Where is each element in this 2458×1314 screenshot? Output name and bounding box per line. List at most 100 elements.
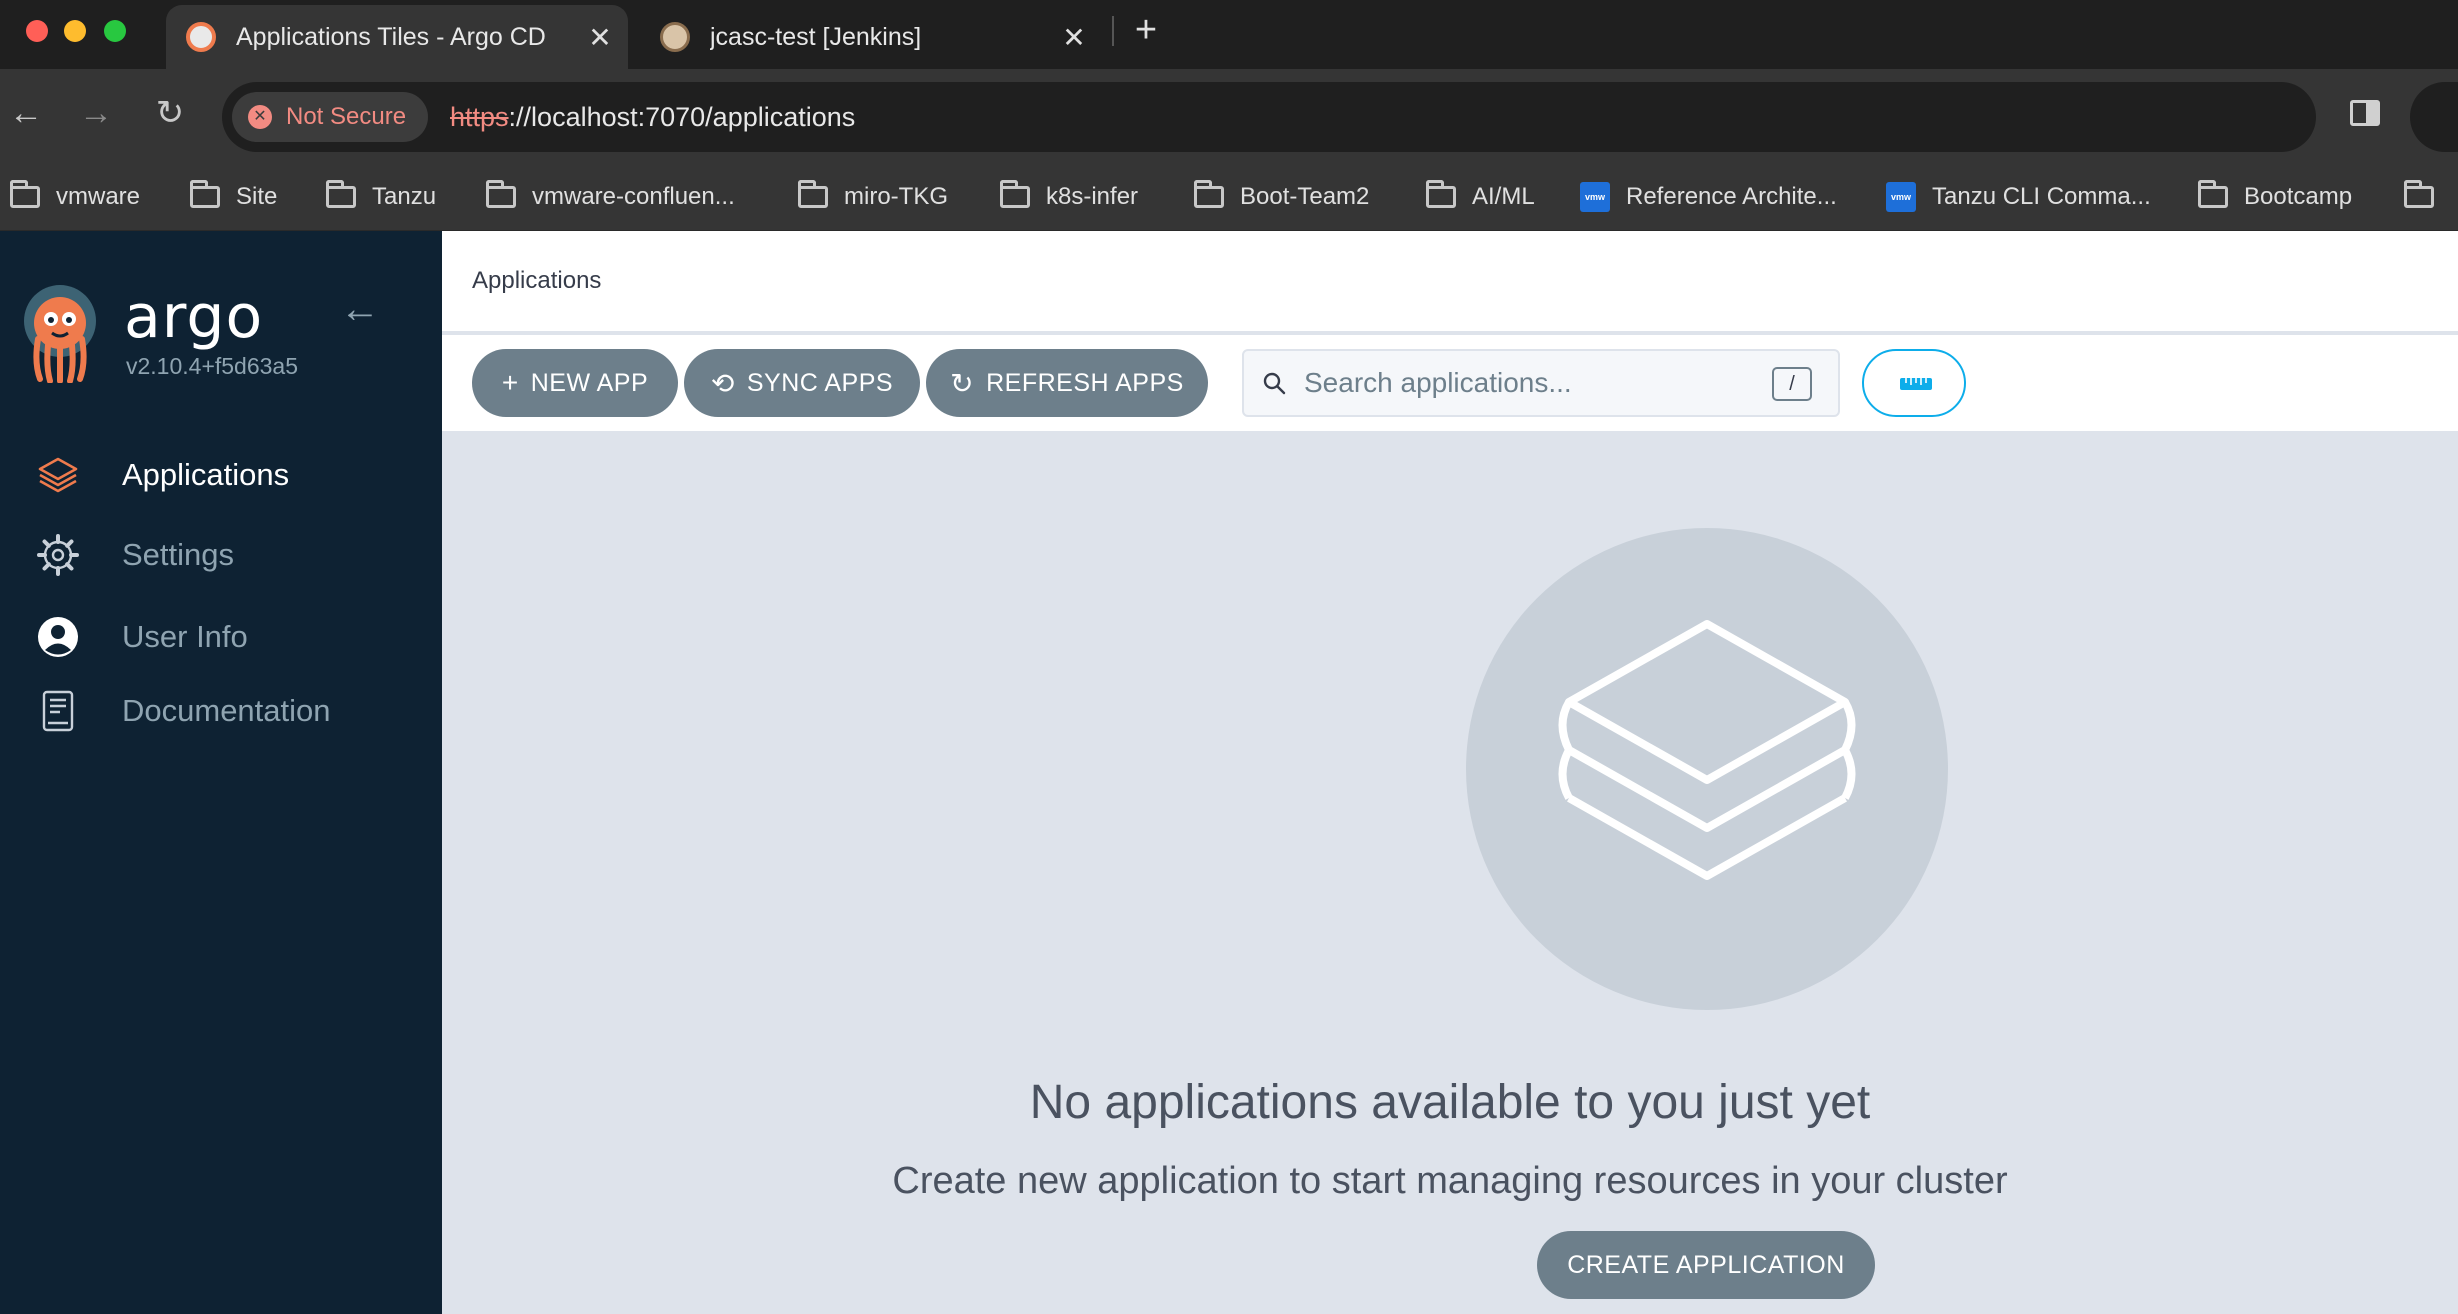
sidebar-item-label: User Info [122,619,248,654]
bookmark-label: miro-TKG [844,183,948,210]
bookmark-label: Bootcamp [2244,183,2353,210]
create-application-button[interactable]: CREATE APPLICATION [1537,1231,1875,1299]
sidebar-item-label: Documentation [122,693,331,728]
back-arrow-icon[interactable]: ← [4,91,48,135]
bookmark-item[interactable]: vmw Reference Archite... [1580,163,1837,231]
bookmark-item[interactable]: AI/ML [1426,163,1535,231]
refresh-apps-label: REFRESH APPS [986,368,1184,397]
profile-button[interactable] [2410,82,2458,152]
folder-icon [10,180,40,208]
tab-jenkins[interactable]: jcasc-test [Jenkins] ✕ [640,5,1102,69]
bookmark-label: Tanzu [372,183,437,210]
empty-state-illustration [1466,528,1948,1010]
view-toggle-button[interactable] [1862,349,1966,417]
jenkins-favicon-icon [660,22,690,52]
vmware-favicon-icon: vmw [1886,182,1916,212]
folder-icon [190,180,220,208]
bookmark-overflow[interactable] [2404,163,2450,231]
bookmark-item[interactable]: Boot-Team2 [1194,163,1369,231]
bookmark-label: k8s-infer [1046,183,1139,210]
window-close-button[interactable] [26,20,48,42]
tab-argo-cd[interactable]: Applications Tiles - Argo CD ✕ [166,5,628,69]
bookmark-item[interactable]: miro-TKG [798,163,948,231]
new-app-button[interactable]: + NEW APP [472,349,678,417]
security-label: Not Secure [286,103,407,130]
book-icon [42,690,74,732]
argo-brand: argo [124,282,264,352]
bookmark-item[interactable]: Site [190,163,277,231]
search-input[interactable] [1304,351,1764,415]
bookmark-item[interactable]: Tanzu [326,163,436,231]
argo-logo-icon [24,285,96,383]
layers-icon [38,457,78,493]
top-bar: Applications [442,231,2458,333]
sidebar-item-label: Applications [122,457,290,492]
bookmark-item[interactable]: vmware-confluen... [486,163,735,231]
bookmark-label: vmware-confluen... [532,183,735,210]
sidebar-item-settings[interactable]: Settings [0,519,442,591]
breadcrumb[interactable]: Applications [472,267,601,295]
forward-arrow-icon[interactable]: → [74,91,118,135]
insecure-icon: ✕ [248,105,272,129]
bookmark-label: Boot-Team2 [1240,183,1370,210]
bookmark-item[interactable]: vmw Tanzu CLI Comma... [1886,163,2151,231]
folder-icon [2198,180,2228,208]
bookmark-item[interactable]: vmware [10,163,140,231]
search-box[interactable]: / [1242,349,1840,417]
empty-state-subtitle: Create new application to start managing… [892,1160,2008,1202]
version-label: v2.10.4+f5d63a5 [126,353,299,379]
tab-title: Applications Tiles - Argo CD [236,22,546,51]
tab-close-icon[interactable]: ✕ [1054,21,1094,54]
security-chip[interactable]: ✕ Not Secure [232,92,429,142]
reload-icon[interactable]: ↻ [148,91,192,135]
bookmark-label: Reference Archite... [1626,183,1837,210]
vmware-favicon-icon: vmw [1580,182,1610,212]
refresh-apps-button[interactable]: ↻ REFRESH APPS [926,349,1208,417]
folder-icon [486,180,516,208]
bookmark-item[interactable]: k8s-infer [1000,163,1138,231]
folder-icon [1000,180,1030,208]
tab-close-icon[interactable]: ✕ [580,21,620,54]
tab-title: jcasc-test [Jenkins] [710,22,922,51]
ruler-icon [1900,378,1932,390]
sidebar-item-label: Settings [122,537,235,572]
collapse-sidebar-arrow-icon[interactable]: ← [340,289,380,329]
bookmark-label: AI/ML [1472,183,1535,210]
layers-icon [1558,620,1856,880]
argo-favicon-icon [186,22,216,52]
action-bar: + NEW APP ⟲ SYNC APPS ↻ REFRESH APPS / [442,335,2458,431]
new-tab-button[interactable]: + [1126,8,1166,52]
browser-toolbar: ← → ↻ ✕ Not Secure https://localhost:707… [0,69,2458,163]
main-content: Applications + NEW APP ⟲ SYNC APPS ↻ REF… [442,231,2458,1314]
url-scheme: https [450,102,509,132]
gear-icon [37,534,79,576]
sidebar-item-user-info[interactable]: User Info [0,601,442,673]
window-zoom-button[interactable] [104,20,126,42]
folder-icon [798,180,828,208]
address-bar[interactable]: ✕ Not Secure https://localhost:7070/appl… [222,82,2316,152]
sidebar-item-applications[interactable]: Applications [0,439,442,511]
new-app-label: NEW APP [530,368,649,397]
plus-icon: + [501,367,519,398]
refresh-icon: ↻ [950,367,975,399]
bookmark-label: Tanzu CLI Comma... [1932,183,2151,210]
sync-apps-label: SYNC APPS [746,368,894,397]
user-icon [38,617,78,657]
url-rest: ://localhost:7070/applications [508,102,856,132]
bookmark-label: Site [236,183,278,210]
bookmark-item[interactable]: Bootcamp [2198,163,2352,231]
folder-icon [326,180,356,208]
sync-icon: ⟲ [710,367,735,399]
window-minimize-button[interactable] [64,20,86,42]
empty-state-title: No applications available to you just ye… [1029,1076,1871,1129]
folder-icon [1426,180,1456,208]
bookmark-label: vmware [56,183,141,210]
sidebar-item-documentation[interactable]: Documentation [0,675,442,747]
folder-icon [1194,180,1224,208]
bookmarks-bar: vmware Site Tanzu vmware-confluen... mir… [0,163,2458,231]
browser-tab-bar: Applications Tiles - Argo CD ✕ jcasc-tes… [0,0,2458,69]
side-panel-icon[interactable] [2350,100,2380,126]
sync-apps-button[interactable]: ⟲ SYNC APPS [684,349,920,417]
folder-icon [2404,180,2434,208]
url-text[interactable]: https://localhost:7070/applications [450,82,855,152]
